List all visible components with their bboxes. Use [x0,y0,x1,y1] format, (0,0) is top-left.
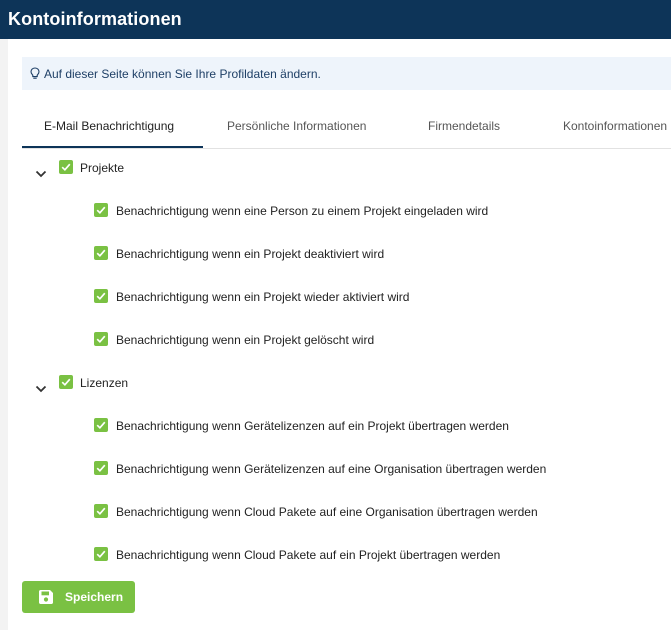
chevron-down-icon[interactable] [35,169,47,179]
checkbox[interactable] [94,547,108,561]
checkmark-icon [96,507,106,516]
floppy-disk-icon [39,590,53,604]
checkbox[interactable] [94,332,108,346]
item-label: Benachrichtigung wenn ein Projekt gelösc… [116,333,375,347]
tab-label: E-Mail Benachrichtigung [44,119,175,133]
left-border [0,39,8,630]
checkbox[interactable] [59,375,73,389]
info-bar: Auf dieser Seite können Sie Ihre Profild… [22,57,671,90]
checkmark-icon [96,292,106,301]
item-label: Benachrichtigung wenn ein Projekt wieder… [116,290,410,304]
checkbox[interactable] [94,246,108,260]
item-label: Benachrichtigung wenn Gerätelizenzen auf… [116,462,547,476]
checkmark-icon [96,249,106,258]
checkmark-icon [96,550,106,559]
item-label: Benachrichtigung wenn Cloud Pakete auf e… [116,505,538,519]
checkbox[interactable] [94,504,108,518]
tab-company-details[interactable]: Firmendetails [403,108,543,146]
item-label: Benachrichtigung wenn Cloud Pakete auf e… [116,548,501,562]
tab-label: Persönliche Informationen [227,119,367,133]
item-label: Benachrichtigung wenn ein Projekt deakti… [116,247,385,261]
chevron-down-icon[interactable] [35,384,47,394]
checkmark-icon [96,421,106,430]
item-label: Benachrichtigung wenn Gerätelizenzen auf… [116,419,509,433]
tab-label: Kontoinformationen [563,119,668,133]
page-header: Kontoinformationen [0,0,671,39]
checkmark-icon [96,464,106,473]
info-text: Auf dieser Seite können Sie Ihre Profild… [44,67,321,81]
item-label: Benachrichtigung wenn eine Person zu ein… [116,204,489,218]
checkbox[interactable] [94,289,108,303]
checkbox[interactable] [59,160,73,174]
tab-personal-information[interactable]: Persönliche Informationen [203,108,403,146]
tab-account-information[interactable]: Kontoinformationen [543,108,671,146]
checkbox[interactable] [94,418,108,432]
group-label: Projekte [80,161,125,175]
save-button-label: Speichern [65,590,124,604]
page-title: Kontoinformationen [8,9,182,29]
checkmark-icon [96,206,106,215]
tab-bar: E-Mail Benachrichtigung Persönliche Info… [22,108,671,149]
checkmark-icon [61,378,71,387]
lightbulb-icon [30,67,40,79]
checkmark-icon [61,163,71,172]
group-label: Lizenzen [80,376,129,390]
checkbox[interactable] [94,203,108,217]
checkbox[interactable] [94,461,108,475]
checkmark-icon [96,335,106,344]
save-button[interactable]: Speichern [22,581,135,613]
tab-email-notification[interactable]: E-Mail Benachrichtigung [22,108,203,148]
tab-label: Firmendetails [428,119,501,133]
